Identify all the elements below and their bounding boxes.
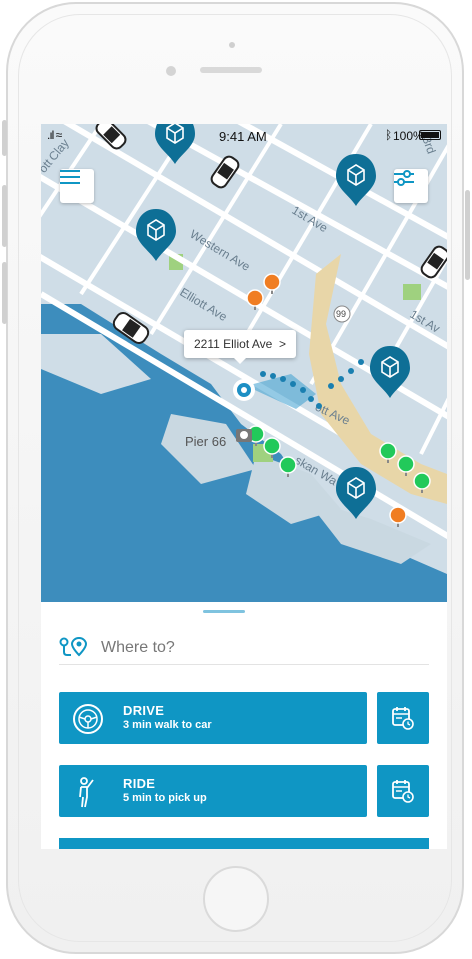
battery-icon <box>419 130 441 140</box>
signal-wifi-icon: .ıl ≈ <box>47 128 62 142</box>
poi-label-pier: Pier 66 <box>185 434 227 449</box>
earpiece-speaker <box>200 67 262 73</box>
sliders-icon <box>394 170 414 186</box>
front-camera <box>166 66 176 76</box>
drive-subtitle: 3 min walk to car <box>123 719 212 731</box>
calendar-clock-icon <box>392 780 414 803</box>
ride-button[interactable]: RIDE 5 min to pick up <box>59 765 367 817</box>
more-options-button[interactable] <box>59 838 429 849</box>
map-view[interactable]: Western Ave 1st Ave Elliott Ave 1st Av o… <box>41 124 447 602</box>
volume-down-button <box>2 262 7 324</box>
mute-switch <box>2 120 7 156</box>
park <box>253 444 273 462</box>
search-placeholder: Where to? <box>101 639 175 656</box>
app-screen: Western Ave 1st Ave Elliott Ave 1st Av o… <box>41 124 447 849</box>
ride-subtitle: 5 min to pick up <box>123 792 207 804</box>
steering-wheel-icon <box>73 704 103 734</box>
calendar-clock-icon <box>392 707 414 730</box>
route-pin-icon <box>59 636 88 657</box>
volume-up-button <box>2 185 7 247</box>
highway-label: 99 <box>336 309 347 319</box>
ride-title: RIDE <box>123 776 156 791</box>
drive-button[interactable]: DRIVE 3 min walk to car <box>59 692 367 744</box>
power-button <box>465 190 470 280</box>
home-button[interactable] <box>203 866 269 932</box>
person-hail-icon <box>79 777 94 808</box>
status-time: 9:41 AM <box>219 129 267 144</box>
hamburger-icon <box>60 170 80 184</box>
filter-button[interactable] <box>394 169 428 203</box>
address-tooltip[interactable]: 2211 Elliot Ave > <box>184 330 296 364</box>
bluetooth-icon: ᛒ <box>385 128 393 142</box>
schedule-ride-button[interactable] <box>377 765 429 817</box>
menu-button[interactable] <box>60 169 94 203</box>
park <box>403 284 421 300</box>
status-bar: .ıl ≈ 9:41 AM ᛒ 100% <box>41 124 447 146</box>
chevron-right-icon: > <box>275 337 286 351</box>
proximity-sensor <box>229 42 235 48</box>
address-text: 2211 Elliot Ave <box>194 337 273 351</box>
sheet-handle[interactable] <box>203 610 245 613</box>
schedule-drive-button[interactable] <box>377 692 429 744</box>
drive-title: DRIVE <box>123 703 165 718</box>
destination-search[interactable]: Where to? <box>59 632 429 665</box>
bottom-sheet: Where to? DRIVE 3 min walk to car RIDE 5… <box>41 602 447 849</box>
